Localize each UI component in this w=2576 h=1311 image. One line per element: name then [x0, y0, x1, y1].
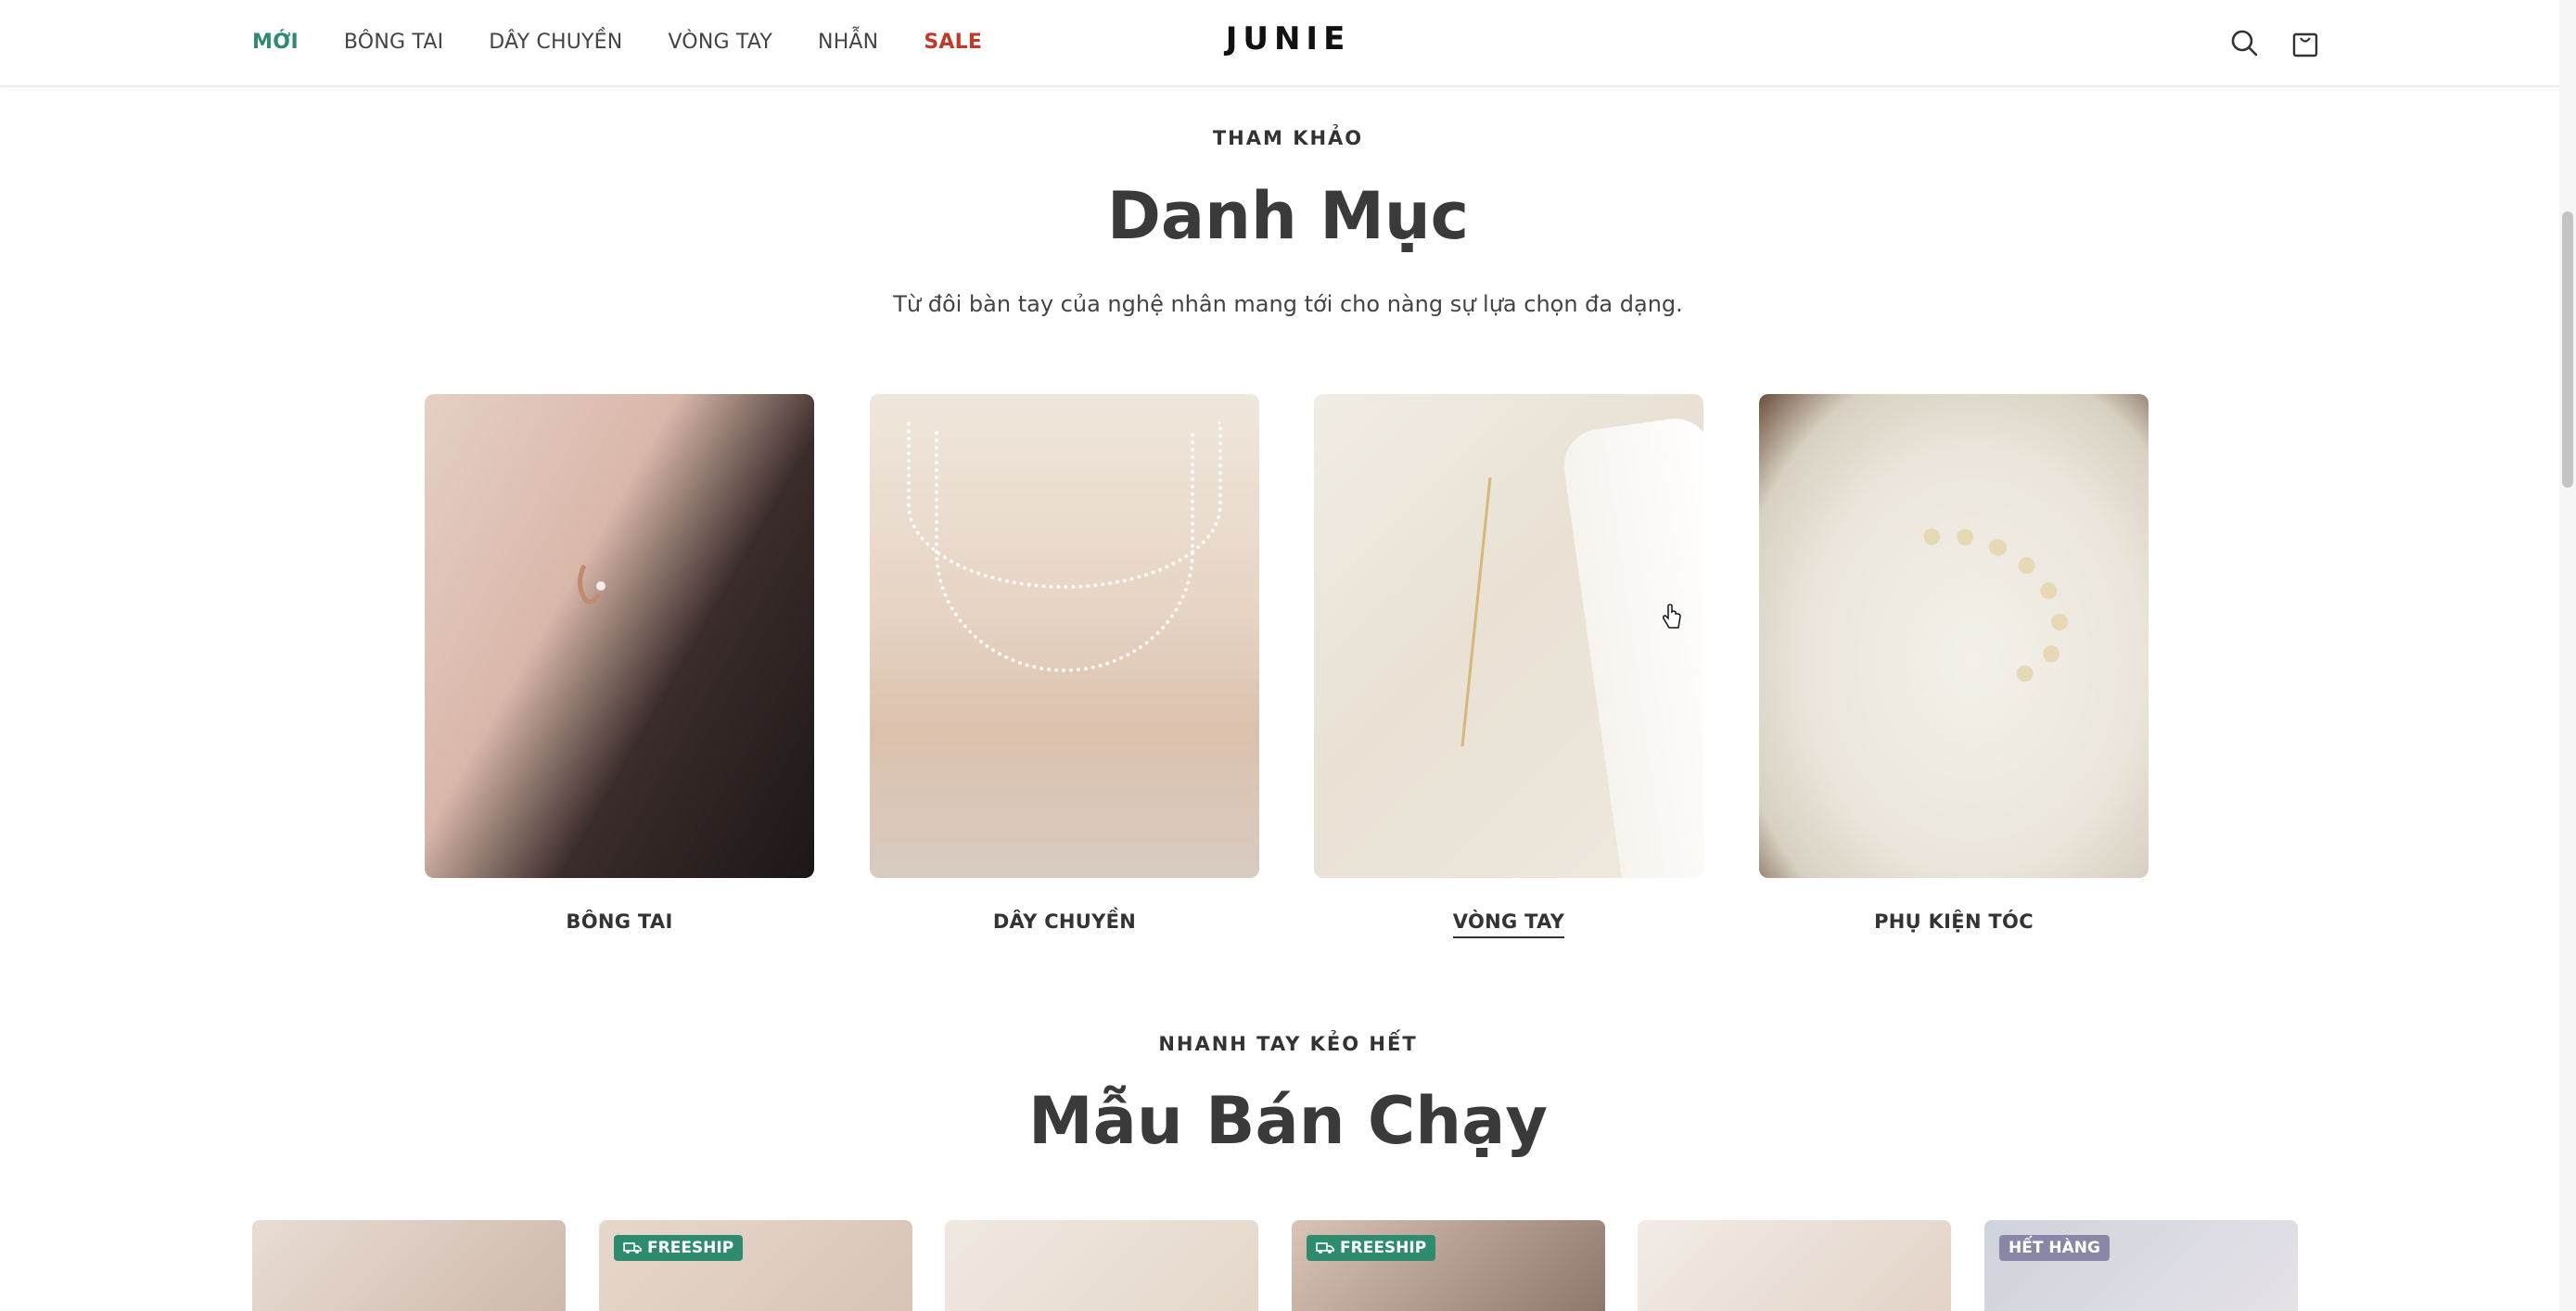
category-card-hair-accessories[interactable]: [1759, 394, 2149, 878]
bestsellers-title: Mẫu Bán Chạy: [1028, 1083, 1548, 1159]
categories-subtitle: Từ đôi bàn tay của nghệ nhân mang tới ch…: [893, 291, 1683, 317]
category-label-earrings[interactable]: BÔNG TAI: [425, 910, 814, 933]
product-card[interactable]: [1638, 1220, 1951, 1311]
truck-icon: [623, 1242, 642, 1254]
necklace-strand-long: [935, 431, 1194, 672]
category-card-necklaces[interactable]: [870, 394, 1259, 878]
categories-title: Danh Mục: [1106, 178, 1470, 254]
search-icon[interactable]: [2225, 24, 2263, 61]
freeship-badge: FREESHIP: [1307, 1235, 1436, 1261]
categories-eyebrow: THAM KHẢO: [1212, 127, 1364, 149]
earrings-image: [425, 394, 814, 878]
product-card[interactable]: [252, 1220, 566, 1311]
hand-cursor-icon: [1663, 604, 1681, 629]
category-label-necklaces[interactable]: DÂY CHUYỀN: [870, 910, 1259, 933]
product-card[interactable]: FREESHIP: [599, 1220, 912, 1311]
shopping-bag-icon[interactable]: [2287, 24, 2324, 61]
sold-out-badge: HẾT HÀNG: [1999, 1235, 2110, 1261]
category-label-bracelets[interactable]: VÒNG TAY: [1314, 910, 1703, 938]
bracelet-chain: [1460, 477, 1492, 747]
earring-shape: [578, 564, 606, 605]
product-card[interactable]: FREESHIP: [1292, 1220, 1605, 1311]
product-card[interactable]: [945, 1220, 1258, 1311]
site-logo[interactable]: JUNIE: [0, 20, 2576, 57]
page-scrollbar[interactable]: [2559, 0, 2576, 1311]
site-header: MỚI BÔNG TAI DÂY CHUYỀN VÒNG TAY NHẪN SA…: [0, 0, 2576, 87]
bestsellers-eyebrow: NHANH TAY KẺO HẾT: [1158, 1033, 1418, 1055]
category-card-earrings[interactable]: [425, 394, 814, 878]
product-card[interactable]: HẾT HÀNG: [1984, 1220, 2298, 1311]
category-card-bracelets[interactable]: [1314, 394, 1703, 878]
scrollbar-thumb[interactable]: [2562, 211, 2573, 488]
category-label-hair-accessories[interactable]: PHỤ KIỆN TÓC: [1759, 910, 2149, 933]
freeship-badge: FREESHIP: [614, 1235, 744, 1261]
truck-icon: [1316, 1242, 1334, 1254]
